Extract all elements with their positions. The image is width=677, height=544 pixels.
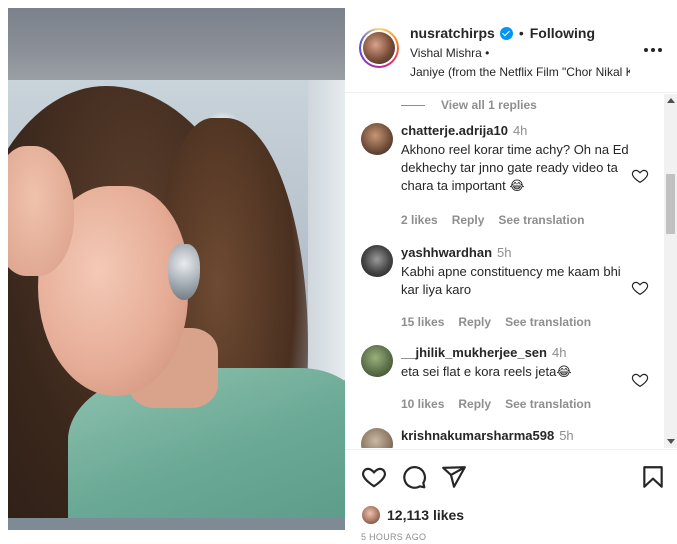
comment-reply-button[interactable]: Reply <box>458 315 491 329</box>
heart-icon[interactable] <box>631 279 649 297</box>
header-separator: • <box>518 25 524 41</box>
comment-text: eta sei flat e kora reels jeta😂 <box>401 364 572 379</box>
more-options-button[interactable] <box>643 40 663 60</box>
comment-likes[interactable]: 15 likes <box>401 315 444 329</box>
comment-avatar[interactable] <box>361 123 393 155</box>
scroll-up-arrow-icon[interactable] <box>667 98 675 103</box>
comment-author-row: yashhwardhan 5h <box>401 245 512 260</box>
comment-time: 4h <box>551 345 567 360</box>
comment-avatar[interactable] <box>361 345 393 377</box>
author-row: nusratchirps • Following <box>410 25 595 41</box>
heart-icon[interactable] <box>631 167 649 185</box>
comments-list[interactable]: View all 1 replies chatterje.adrija10 4h … <box>345 94 665 448</box>
comment-username[interactable]: krishnakumarsharma598 <box>401 428 554 443</box>
see-translation-link[interactable]: See translation <box>505 397 591 411</box>
liker-avatar <box>361 505 381 525</box>
comment-reply-button[interactable]: Reply <box>458 397 491 411</box>
see-translation-link[interactable]: See translation <box>505 315 591 329</box>
comment-likes[interactable]: 10 likes <box>401 397 444 411</box>
post-timestamp[interactable]: 5 HOURS AGO <box>361 532 426 542</box>
comment-icon[interactable] <box>401 464 427 490</box>
media-wall-panel <box>308 80 345 380</box>
reply-thread-line <box>401 104 425 106</box>
comment-username[interactable]: chatterje.adrija10 <box>401 123 508 138</box>
scrollbar-thumb[interactable] <box>666 174 675 234</box>
comment-time: 5h <box>497 245 512 260</box>
following-button[interactable]: Following <box>530 25 595 41</box>
comment-avatar[interactable] <box>361 428 393 448</box>
comment-time: 4h <box>512 123 528 138</box>
comment-text: Akhono reel korar time achy? Oh na Ed de… <box>401 142 629 193</box>
heart-icon[interactable] <box>631 371 649 389</box>
likes-count[interactable]: 12,113 likes <box>387 507 464 523</box>
comment-author-row: chatterje.adrija10 4h <box>401 123 527 138</box>
author-avatar-border <box>361 30 397 66</box>
author-username[interactable]: nusratchirps <box>410 25 495 41</box>
comment-username[interactable]: __jhilik_mukherjee_sen <box>401 345 547 360</box>
comment-author-row: krishnakumarsharma598 5h <box>401 428 574 443</box>
scroll-down-arrow-icon[interactable] <box>667 439 675 444</box>
author-avatar[interactable] <box>359 28 399 68</box>
view-replies-label: View all 1 replies <box>441 98 537 112</box>
comment-avatar[interactable] <box>361 245 393 277</box>
verified-badge-icon <box>499 26 513 40</box>
likes-summary[interactable]: 12,113 likes <box>361 505 464 525</box>
see-translation-link[interactable]: See translation <box>498 213 584 227</box>
audio-track-title[interactable]: Janiye (from the Netflix Film "Chor Nika… <box>410 65 630 79</box>
audio-artist[interactable]: Vishal Mishra • <box>410 46 489 60</box>
view-replies-link[interactable]: View all 1 replies <box>401 98 537 112</box>
comment-username[interactable]: yashhwardhan <box>401 245 492 260</box>
comment-author-row: __jhilik_mukherjee_sen 4h <box>401 345 566 360</box>
comment-actions: 2 likes Reply See translation <box>401 213 598 227</box>
comment-actions: 15 likes Reply See translation <box>401 315 605 329</box>
comment-reply-button[interactable]: Reply <box>452 213 485 227</box>
media-bottom-strip <box>8 518 345 530</box>
bookmark-icon[interactable] <box>640 464 666 490</box>
comment-actions: 10 likes Reply See translation <box>401 397 605 411</box>
comment-text: Kabhi apne constituency me kaam bhi kar … <box>401 264 621 297</box>
comment-likes[interactable]: 2 likes <box>401 213 438 227</box>
post-sidebar: nusratchirps • Following Vishal Mishra •… <box>345 8 677 544</box>
share-icon[interactable] <box>441 464 467 490</box>
media-earring <box>168 244 200 300</box>
post-media[interactable] <box>8 8 345 530</box>
author-avatar-image <box>363 32 395 64</box>
comment-time: 5h <box>559 428 574 443</box>
comments-scrollbar[interactable] <box>664 94 677 448</box>
post-header: nusratchirps • Following Vishal Mishra •… <box>345 8 677 93</box>
post-actions: 12,113 likes 5 HOURS AGO <box>345 449 677 544</box>
like-heart-icon[interactable] <box>361 464 387 490</box>
media-ceiling <box>8 8 345 80</box>
